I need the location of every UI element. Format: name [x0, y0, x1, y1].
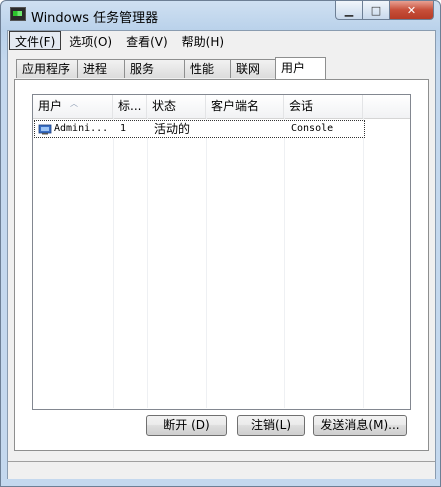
menu-bar: 文件(F) 选项(O) 查看(V) 帮助(H): [8, 31, 435, 51]
close-button[interactable]: ✕: [389, 1, 434, 20]
column-status[interactable]: 状态: [147, 95, 206, 118]
users-tab-panel: 用户 ︿ 标... 状态 客户端名 会话 Admini... 1 活动的 Con…: [14, 79, 429, 451]
tab-services[interactable]: 服务: [124, 59, 186, 78]
menu-view[interactable]: 查看(V): [120, 31, 174, 50]
menu-help[interactable]: 帮助(H): [176, 31, 230, 50]
column-user-label: 用户: [38, 99, 63, 113]
menu-options[interactable]: 选项(O): [63, 31, 118, 50]
maximize-button[interactable]: □: [362, 1, 390, 20]
task-manager-window: Windows 任务管理器 ▁ □ ✕ 文件(F) 选项(O) 查看(V) 帮助…: [0, 0, 441, 487]
users-icon: [38, 124, 52, 135]
column-id[interactable]: 标...: [113, 95, 147, 118]
grid-divider: [284, 118, 285, 408]
tab-applications[interactable]: 应用程序: [16, 59, 79, 78]
column-header: 用户 ︿ 标... 状态 客户端名 会话: [33, 95, 410, 119]
cell-status: 活动的: [154, 122, 191, 136]
tab-users[interactable]: 用户: [275, 57, 326, 79]
tab-processes[interactable]: 进程: [77, 59, 126, 78]
window-title: Windows 任务管理器: [31, 11, 159, 26]
cell-id: 1: [120, 123, 127, 134]
send-message-button[interactable]: 发送消息(M)...: [313, 415, 407, 436]
users-list[interactable]: 用户 ︿ 标... 状态 客户端名 会话 Admini... 1 活动的 Con…: [32, 94, 411, 410]
column-user[interactable]: 用户 ︿: [33, 95, 113, 118]
disconnect-button[interactable]: 断开 (D): [146, 415, 227, 436]
logoff-button[interactable]: 注销(L): [237, 415, 305, 436]
client-area: 文件(F) 选项(O) 查看(V) 帮助(H) 应用程序 进程 服务 性能 联网…: [7, 30, 436, 479]
title-bar[interactable]: Windows 任务管理器 ▁ □ ✕: [1, 1, 440, 29]
task-manager-icon: [10, 7, 26, 21]
sort-ascending-icon: ︿: [70, 99, 78, 108]
grid-divider: [363, 118, 364, 408]
cell-session: Console: [291, 123, 334, 134]
caption-buttons: ▁ □ ✕: [335, 1, 434, 21]
grid-divider: [113, 118, 114, 408]
tab-networking[interactable]: 联网: [230, 59, 277, 78]
menu-file[interactable]: 文件(F): [9, 31, 62, 50]
tab-performance[interactable]: 性能: [184, 59, 232, 78]
column-session[interactable]: 会话: [284, 95, 363, 118]
grid-divider: [147, 118, 148, 408]
cell-user: Admini...: [54, 123, 109, 134]
table-row[interactable]: Admini... 1 活动的 Console: [34, 120, 365, 138]
column-client-name[interactable]: 客户端名: [206, 95, 284, 118]
status-bar: [8, 461, 435, 479]
grid-divider: [206, 118, 207, 408]
minimize-button[interactable]: ▁: [335, 1, 363, 20]
